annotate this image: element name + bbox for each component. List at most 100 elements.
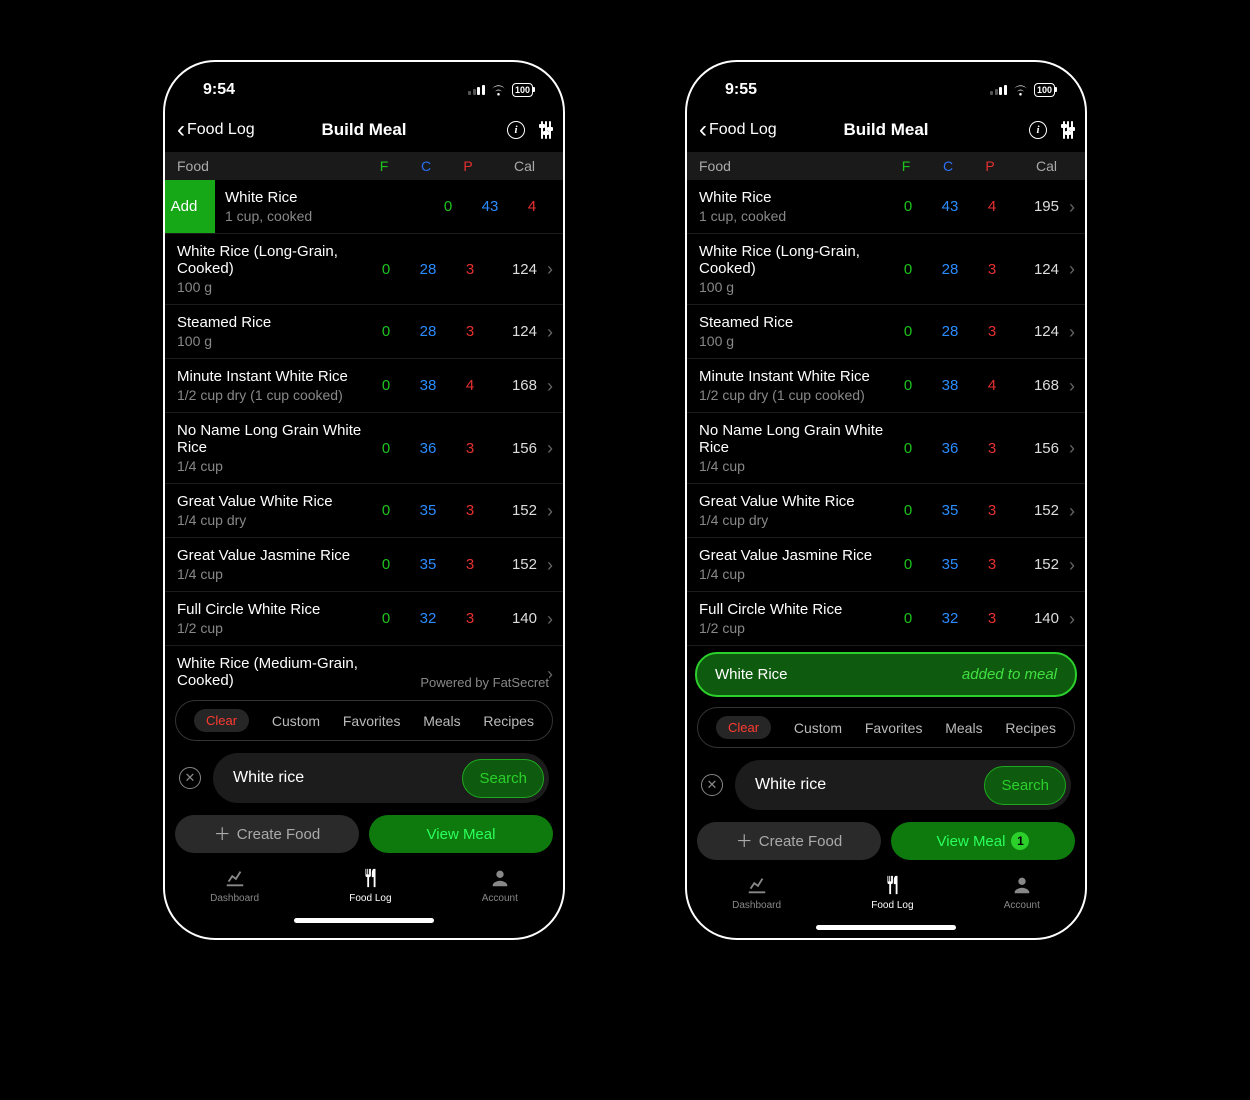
- filter-recipes[interactable]: Recipes: [1005, 720, 1056, 736]
- sliders-icon[interactable]: [541, 121, 551, 139]
- search-button[interactable]: Search: [984, 766, 1066, 805]
- status-time: 9:55: [725, 81, 757, 99]
- filter-custom[interactable]: Custom: [272, 713, 320, 729]
- food-serving: 100 g: [699, 279, 887, 295]
- clear-search-icon[interactable]: ✕: [701, 774, 723, 796]
- filter-favorites[interactable]: Favorites: [865, 720, 923, 736]
- food-name: No Name Long Grain White Rice: [177, 422, 365, 456]
- filter-clear[interactable]: Clear: [716, 716, 771, 739]
- chart-icon: [223, 867, 247, 889]
- food-row[interactable]: White Rice (Long-Grain, Cooked) 100 g 0 …: [687, 234, 1085, 305]
- food-name: Minute Instant White Rice: [177, 368, 365, 385]
- protein-value: 3: [449, 556, 491, 573]
- protein-value: 3: [449, 502, 491, 519]
- food-row[interactable]: Minute Instant White Rice 1/2 cup dry (1…: [687, 359, 1085, 413]
- back-button[interactable]: ‹ Food Log: [699, 118, 777, 142]
- food-serving: 100 g: [177, 333, 365, 349]
- food-row[interactable]: Steamed Rice 100 g 0 28 3 124 ›: [687, 305, 1085, 359]
- filter-custom[interactable]: Custom: [794, 720, 842, 736]
- status-bar: 9:55 100: [687, 62, 1085, 108]
- search-value: White rice: [755, 776, 984, 794]
- food-info: No Name Long Grain White Rice 1/4 cup: [699, 422, 887, 474]
- plus-icon: ＋: [736, 833, 753, 850]
- filter-recipes[interactable]: Recipes: [483, 713, 534, 729]
- filter-bar: Clear Custom Favorites Meals Recipes: [175, 700, 553, 741]
- wifi-icon: [490, 84, 507, 96]
- food-name: Great Value Jasmine Rice: [177, 547, 365, 564]
- food-name: Great Value Jasmine Rice: [699, 547, 887, 564]
- food-info: White Rice (Long-Grain, Cooked) 100 g: [177, 243, 365, 295]
- filter-meals[interactable]: Meals: [423, 713, 460, 729]
- fat-value: 0: [887, 610, 929, 627]
- food-serving: 100 g: [177, 279, 365, 295]
- fat-value: 0: [887, 377, 929, 394]
- info-icon[interactable]: i: [507, 121, 525, 139]
- header-carb: C: [927, 158, 969, 174]
- chevron-right-icon: ›: [1059, 260, 1075, 278]
- food-row[interactable]: No Name Long Grain White Rice 1/4 cup 0 …: [687, 413, 1085, 484]
- tab-dashboard[interactable]: Dashboard: [732, 874, 781, 911]
- food-list[interactable]: Add White Rice 1 cup, cooked 0 43 4 › Wh…: [165, 180, 563, 690]
- carb-value: 28: [929, 323, 971, 340]
- sliders-icon[interactable]: [1063, 121, 1073, 139]
- protein-value: 3: [449, 323, 491, 340]
- food-row[interactable]: Add White Rice 1 cup, cooked 0 43 4 ›: [165, 180, 563, 234]
- filter-clear[interactable]: Clear: [194, 709, 249, 732]
- search-input[interactable]: White rice Search: [213, 753, 549, 803]
- tab-foodlog[interactable]: Food Log: [871, 874, 913, 911]
- back-button[interactable]: ‹ Food Log: [177, 118, 255, 142]
- view-meal-button[interactable]: View Meal: [369, 815, 553, 853]
- chevron-right-icon: ›: [1059, 610, 1075, 628]
- utensils-icon: [358, 867, 382, 889]
- added-toast: White Rice added to meal: [695, 652, 1077, 697]
- food-name: Minute Instant White Rice: [699, 368, 887, 385]
- food-row[interactable]: Steamed Rice 100 g 0 28 3 124 ›: [165, 305, 563, 359]
- chevron-right-icon: ›: [1059, 556, 1075, 574]
- food-list[interactable]: White Rice 1 cup, cooked 0 43 4 195 › Wh…: [687, 180, 1085, 648]
- food-serving: 1/4 cup dry: [699, 512, 887, 528]
- tab-dashboard[interactable]: Dashboard: [210, 867, 259, 904]
- fat-value: 0: [365, 610, 407, 627]
- search-button[interactable]: Search: [462, 759, 544, 798]
- filter-meals[interactable]: Meals: [945, 720, 982, 736]
- header-fat: F: [363, 158, 405, 174]
- create-food-button[interactable]: ＋ Create Food: [175, 815, 359, 853]
- cal-value: 152: [491, 502, 537, 519]
- clear-search-icon[interactable]: ✕: [179, 767, 201, 789]
- food-row[interactable]: No Name Long Grain White Rice 1/4 cup 0 …: [165, 413, 563, 484]
- filter-favorites[interactable]: Favorites: [343, 713, 401, 729]
- food-row[interactable]: White Rice 1 cup, cooked 0 43 4 195 ›: [687, 180, 1085, 234]
- signal-icon: [990, 85, 1007, 95]
- food-row[interactable]: Great Value Jasmine Rice 1/4 cup 0 35 3 …: [687, 538, 1085, 592]
- food-name: Steamed Rice: [699, 314, 887, 331]
- protein-value: 3: [971, 556, 1013, 573]
- chart-icon: [745, 874, 769, 896]
- cal-value: 152: [1013, 502, 1059, 519]
- person-icon: [488, 867, 512, 889]
- food-row[interactable]: Great Value Jasmine Rice 1/4 cup 0 35 3 …: [165, 538, 563, 592]
- view-meal-button[interactable]: View Meal 1: [891, 822, 1075, 860]
- food-row[interactable]: Full Circle White Rice 1/2 cup 0 32 3 14…: [165, 592, 563, 646]
- food-row[interactable]: Great Value White Rice 1/4 cup dry 0 35 …: [687, 484, 1085, 538]
- food-row[interactable]: Full Circle White Rice 1/2 cup 0 32 3 14…: [687, 592, 1085, 646]
- utensils-icon: [880, 874, 904, 896]
- food-serving: 1 cup, cooked: [225, 208, 427, 224]
- nav-bar: ‹ Food Log Build Meal i: [687, 108, 1085, 152]
- food-row[interactable]: White Rice (Long-Grain, Cooked) 100 g 0 …: [165, 234, 563, 305]
- header-fat: F: [885, 158, 927, 174]
- tab-account[interactable]: Account: [1004, 874, 1040, 911]
- tab-foodlog[interactable]: Food Log: [349, 867, 391, 904]
- tab-account[interactable]: Account: [482, 867, 518, 904]
- back-label: Food Log: [709, 121, 777, 139]
- view-meal-badge: 1: [1011, 832, 1029, 850]
- chevron-left-icon: ‹: [177, 118, 185, 142]
- food-serving: 1/4 cup: [699, 458, 887, 474]
- protein-value: 3: [449, 261, 491, 278]
- add-swipe-button[interactable]: Add: [165, 180, 215, 233]
- create-food-button[interactable]: ＋ Create Food: [697, 822, 881, 860]
- food-row[interactable]: Great Value White Rice 1/4 cup dry 0 35 …: [165, 484, 563, 538]
- food-row[interactable]: Minute Instant White Rice 1/2 cup dry (1…: [165, 359, 563, 413]
- search-input[interactable]: White rice Search: [735, 760, 1071, 810]
- fat-value: 0: [887, 198, 929, 215]
- info-icon[interactable]: i: [1029, 121, 1047, 139]
